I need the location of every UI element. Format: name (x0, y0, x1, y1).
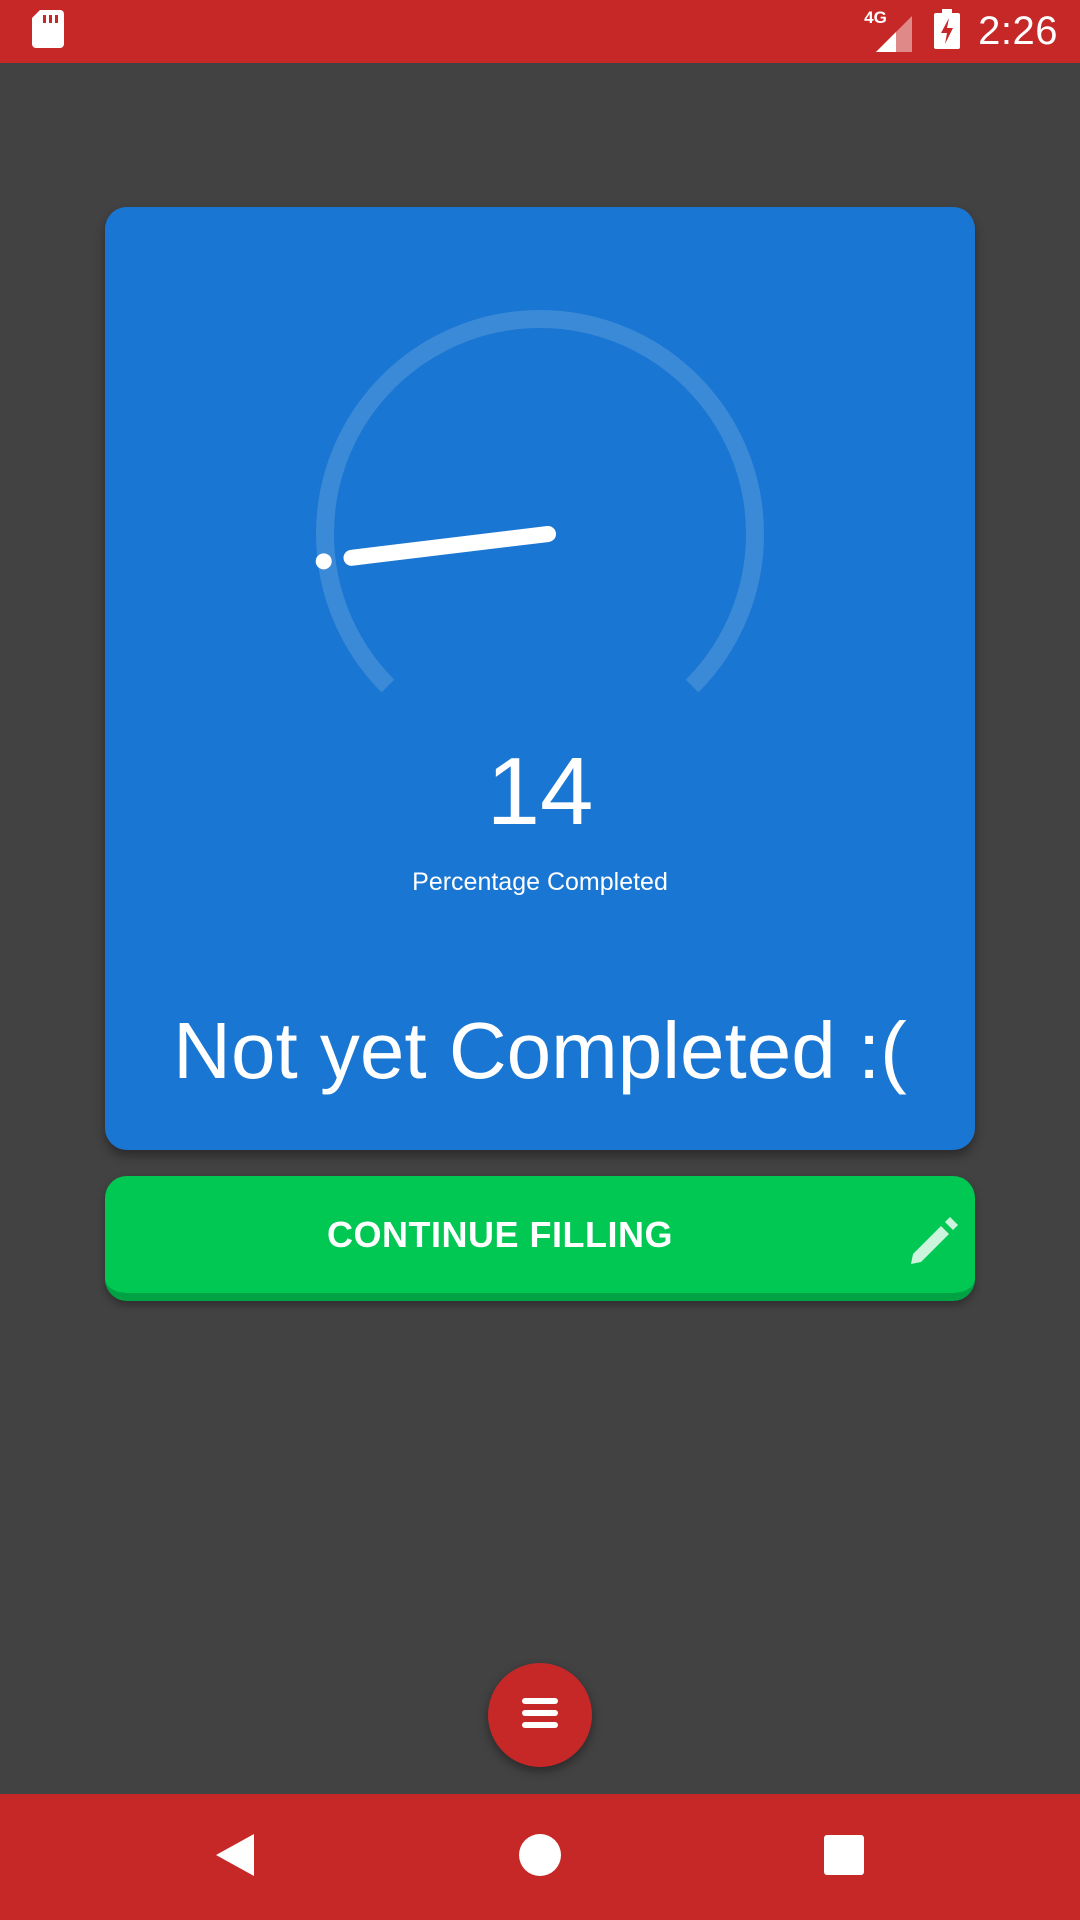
status-left (32, 10, 64, 53)
percentage-value: 14 (486, 738, 594, 845)
signal-icon: 4G (864, 8, 916, 54)
gauge-tip-dot (315, 553, 332, 570)
percentage-caption: Percentage Completed (412, 868, 668, 896)
recents-button[interactable] (784, 1794, 904, 1920)
navigation-bar (0, 1794, 1080, 1920)
home-button[interactable] (480, 1794, 600, 1920)
screen: 4G 2:26 14 Percentage Completed Not yet … (0, 0, 1080, 1920)
pencil-icon (907, 1214, 961, 1273)
back-icon (214, 1832, 256, 1883)
menu-fab[interactable] (488, 1663, 592, 1767)
status-right: 4G 2:26 (864, 8, 1058, 54)
menu-icon (520, 1695, 560, 1736)
continue-filling-label: CONTINUE FILLING (327, 1213, 673, 1255)
sd-card-icon (32, 10, 64, 53)
gauge-track (316, 310, 764, 693)
continue-filling-button[interactable]: CONTINUE FILLING (105, 1176, 975, 1301)
back-button[interactable] (175, 1794, 295, 1920)
status-time: 2:26 (978, 9, 1058, 53)
progress-card: 14 Percentage Completed Not yet Complete… (105, 207, 975, 1150)
gauge-needle (343, 526, 556, 566)
home-icon (518, 1833, 562, 1882)
completion-status-message: Not yet Completed :( (173, 1006, 907, 1095)
recents-icon (824, 1834, 864, 1880)
battery-charging-icon (934, 9, 961, 54)
status-bar: 4G 2:26 (0, 0, 1080, 63)
